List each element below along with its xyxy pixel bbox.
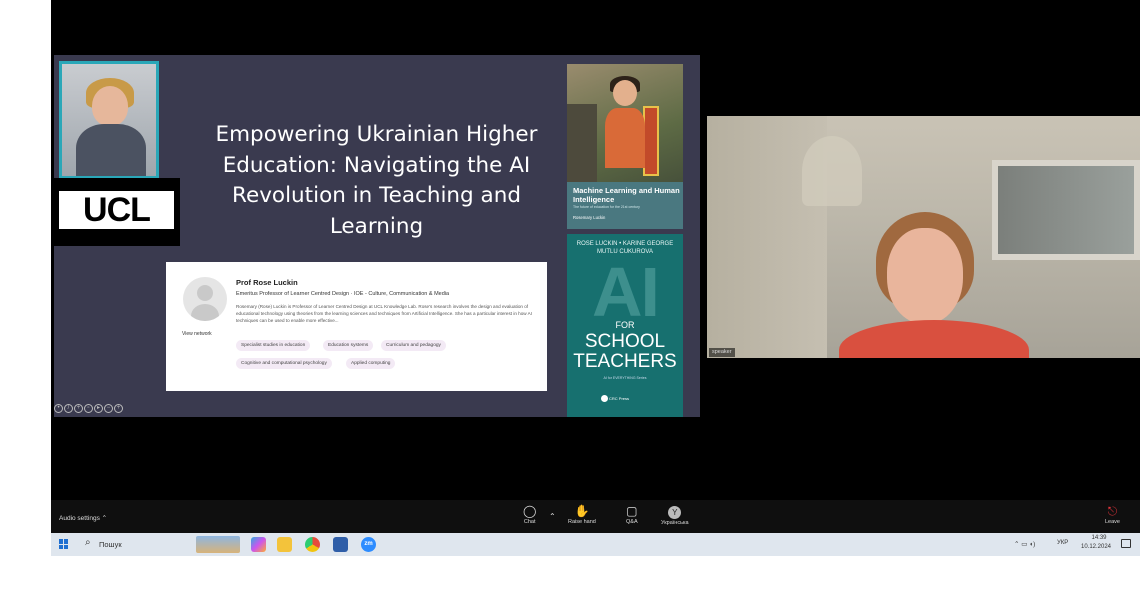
audio-settings-button[interactable]: Audio settings ⌃ [59, 514, 107, 522]
view-network-link: View network [182, 331, 212, 337]
weather-widget-icon[interactable] [196, 536, 240, 553]
qa-button[interactable]: ▢ Q&A [626, 504, 638, 526]
chat-label: Chat [523, 519, 536, 525]
profile-tag: Curriculum and pedagogy [381, 340, 446, 351]
qa-icon: ▢ [626, 504, 638, 518]
book1-author: Rosemary Luckin [573, 215, 606, 220]
zoom-webinar-window: UCL Empowering Ukrainian Higher Educatio… [51, 0, 1140, 556]
speaker-name-label: speaker [709, 348, 735, 357]
presenter-photo [59, 61, 159, 179]
taskbar-search[interactable]: Пошук [99, 540, 122, 549]
chrome-icon[interactable] [305, 537, 320, 552]
leave-label: Leave [1105, 519, 1120, 525]
book1-subtitle: The future of education for the 21st cen… [573, 205, 640, 209]
grid-tool-icon[interactable]: ▫ [84, 404, 93, 413]
qa-label: Q&A [626, 519, 638, 525]
zoom-in-tool-icon[interactable]: + [114, 404, 123, 413]
book2-ai-letters: AI [592, 253, 660, 331]
clock-date[interactable]: 10.12.2024 [1078, 544, 1114, 550]
meeting-toolbar: Audio settings ⌃ ◯ Chat ⌃ ✋ Raise hand ▢… [51, 500, 1140, 533]
profile-tag: Education systems [323, 340, 374, 351]
ucl-logo-text: UCL [83, 190, 151, 229]
profile-tag: Applied computing [346, 358, 396, 369]
chevron-up-icon: ⌃ [549, 512, 556, 521]
raise-hand-label: Raise hand [568, 519, 596, 525]
chat-button[interactable]: ◯ Chat [523, 504, 536, 526]
notifications-icon[interactable] [1121, 539, 1131, 548]
zoom-icon[interactable]: zm [361, 537, 376, 552]
chat-options-button[interactable]: ⌃ [549, 510, 556, 524]
book1-title: Machine Learning and Human Intelligence [573, 186, 680, 204]
chat-icon: ◯ [523, 504, 537, 518]
speaker-video[interactable]: speaker [707, 116, 1140, 358]
zoom-tool-icon[interactable]: + [74, 404, 83, 413]
book-cover-ai-for-school-teachers: ROSE LUCKIN • KARINE GEORGE MUTLU CUKURO… [567, 234, 683, 417]
profile-bio: Rosemary (Rose) Luckin is Professor of L… [236, 304, 532, 323]
pointer-tool-icon[interactable]: • [54, 404, 63, 413]
tray-language[interactable]: УКР [1057, 540, 1068, 546]
book2-for: FOR [615, 320, 635, 330]
leave-icon: ⎋ [1107, 504, 1118, 518]
book2-publisher: CRC Press [609, 396, 630, 401]
crc-press-logo-icon [601, 395, 608, 402]
camera-tool-icon[interactable]: ▸ [94, 404, 103, 413]
profile-card: View network Prof Rose Luckin Emeritus P… [166, 262, 547, 391]
zoom-out-tool-icon[interactable]: − [104, 404, 113, 413]
windows-taskbar: ⌕ Пошук zm ⌃ ▭ ◖) УКР 14:39 10.12.2024 [51, 533, 1140, 556]
system-tray-icons[interactable]: ⌃ ▭ ◖) [1014, 540, 1035, 548]
book2-series: AI for EVERYTHING Series [603, 376, 647, 380]
language-icon: Y [668, 506, 682, 519]
profile-tag: Specialist studies in education [236, 340, 311, 351]
book2-school: SCHOOL [584, 331, 666, 352]
search-icon[interactable]: ⌕ [85, 537, 91, 548]
avatar [183, 277, 227, 321]
slide-title: Empowering Ukrainian Higher Education: N… [215, 122, 538, 239]
clock-time[interactable]: 14:39 [1084, 535, 1114, 541]
ucl-logo: UCL [54, 178, 180, 246]
windows-start-icon[interactable] [59, 539, 69, 549]
book-cover-machine-learning: Machine Learning and Human Intelligence … [567, 64, 683, 229]
language-label: Українська [661, 520, 689, 526]
chevron-up-icon: ⌃ [101, 515, 108, 522]
profile-name: Prof Rose Luckin [236, 278, 298, 287]
annotation-toolbar: • / + ▫ ▸ − + [54, 404, 123, 413]
pen-tool-icon[interactable]: / [64, 404, 73, 413]
shared-slide: UCL Empowering Ukrainian Higher Educatio… [54, 55, 700, 417]
interpretation-language-button[interactable]: Y Українська [661, 504, 689, 527]
profile-tag: Cognitive and computational psychology [236, 358, 332, 369]
leave-button[interactable]: ⎋ Leave [1105, 504, 1120, 526]
hand-icon: ✋ [574, 504, 590, 518]
profile-role: Emeritus Professor of Learner Centred De… [236, 291, 450, 297]
copilot-icon[interactable] [251, 537, 266, 552]
file-explorer-icon[interactable] [277, 537, 292, 552]
audio-settings-label: Audio settings [59, 515, 100, 522]
book2-teachers: TEACHERS [573, 351, 677, 372]
notes-icon[interactable] [333, 537, 348, 552]
raise-hand-button[interactable]: ✋ Raise hand [568, 504, 596, 526]
